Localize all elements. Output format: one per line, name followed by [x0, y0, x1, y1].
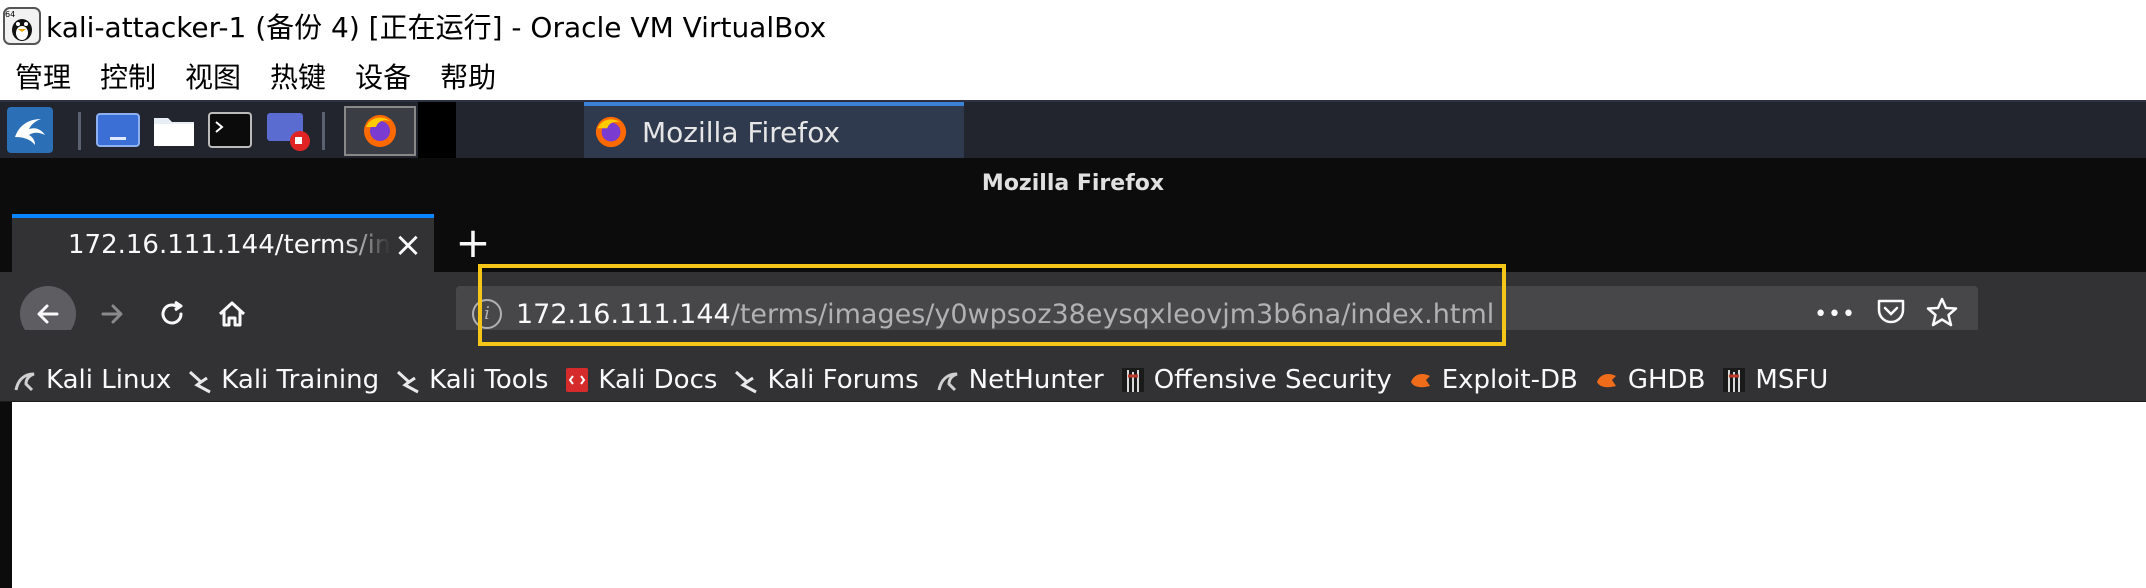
url-highlight-annotation	[478, 264, 1506, 346]
menu-help[interactable]: 帮助	[440, 56, 496, 96]
reload-icon	[161, 300, 183, 325]
panel-separator	[78, 112, 81, 150]
new-tab-button[interactable]: +	[450, 220, 496, 266]
window-title: kali-attacker-1 (备份 4) [正在运行] - Oracle V…	[46, 11, 827, 44]
firefox-titlebar: Mozilla Firefox	[0, 158, 2146, 208]
bookmark-kali-linux[interactable]: Kali Linux	[12, 365, 171, 395]
msfu-icon	[1723, 367, 1746, 392]
menu-manage[interactable]: 管理	[15, 56, 71, 96]
bookmark-offensive-security[interactable]: Offensive Security	[1120, 365, 1392, 395]
kali-forums-icon	[735, 370, 758, 393]
back-arrow-icon	[37, 304, 59, 324]
menu-devices[interactable]: 设备	[355, 56, 411, 96]
kali-docs-icon	[566, 367, 589, 392]
kali-menu-icon[interactable]	[4, 106, 56, 154]
ghdb-icon	[1596, 373, 1616, 387]
file-manager-icon[interactable]	[150, 106, 198, 154]
page-content[interactable]	[12, 402, 2146, 588]
pocket-icon[interactable]	[1876, 298, 1906, 331]
bookmark-label: Kali Forums	[767, 364, 919, 395]
terminal-icon[interactable]	[206, 106, 254, 154]
tab-close-icon[interactable]: ×	[390, 225, 426, 265]
bookmark-label: Offensive Security	[1153, 364, 1392, 395]
bookmark-label: Exploit-DB	[1441, 364, 1578, 395]
tab-active[interactable]: 172.16.111.144/terms/images/y0wpsoz38eys…	[12, 214, 434, 272]
firefox-launcher-icon[interactable]	[344, 106, 416, 156]
nethunter-icon	[937, 372, 958, 391]
svg-text:64: 64	[5, 10, 15, 19]
bookmark-nethunter[interactable]: NetHunter	[935, 365, 1104, 395]
kali-panel: Mozilla Firefox	[0, 100, 2146, 158]
firefox-window-title: Mozilla Firefox	[981, 170, 1165, 196]
kali-dragon-icon	[14, 372, 35, 391]
bookmark-kali-training[interactable]: Kali Training	[187, 365, 379, 395]
virtualbox-app-icon: 64	[2, 6, 42, 46]
kali-tools-icon	[397, 370, 419, 393]
firefox-icon	[594, 115, 628, 149]
page-actions-icon[interactable]: •••	[1814, 302, 1856, 327]
bookmark-label: Kali Docs	[598, 364, 718, 395]
exploitdb-icon	[1410, 373, 1430, 387]
bookmark-exploit-db[interactable]: Exploit-DB	[1408, 365, 1578, 395]
kali-training-icon	[189, 370, 212, 393]
offsec-icon	[1121, 367, 1144, 392]
bookmark-label: Kali Linux	[46, 364, 172, 395]
firefox-window: Mozilla Firefox 172.16.111.144/terms/ima…	[0, 158, 2146, 588]
home-icon	[218, 301, 246, 327]
menu-view[interactable]: 视图	[185, 56, 241, 96]
bookmark-label: Kali Training	[221, 364, 380, 395]
tab-title: 172.16.111.144/terms/images/y0wpsoz38eys…	[68, 230, 390, 260]
panel-black-slot	[418, 102, 456, 158]
bookmark-label: NetHunter	[968, 364, 1104, 395]
forward-arrow-icon	[101, 304, 123, 324]
bookmark-ghdb[interactable]: GHDB	[1594, 364, 1706, 395]
menu-hotkeys[interactable]: 热键	[270, 56, 326, 96]
vbox-menubar: 管理 控制 视图 热键 设备 帮助	[0, 52, 2146, 100]
bookmark-label: GHDB	[1627, 364, 1706, 395]
bookmarks-bar: Kali Linux Kali Training Kali Tools Kali…	[0, 358, 2146, 402]
bookmark-msfu[interactable]: MSFU	[1721, 365, 1828, 395]
workspace-icon[interactable]	[94, 106, 142, 154]
bookmark-kali-docs[interactable]: Kali Docs	[564, 365, 717, 395]
bookmark-kali-tools[interactable]: Kali Tools	[395, 365, 548, 395]
bookmark-star-icon[interactable]	[1926, 297, 1958, 332]
taskbar-firefox-label: Mozilla Firefox	[642, 115, 841, 149]
taskbar-firefox-button[interactable]: Mozilla Firefox	[584, 102, 964, 158]
menu-control[interactable]: 控制	[100, 56, 156, 96]
bookmark-label: Kali Tools	[429, 364, 549, 395]
bookmark-kali-forums[interactable]: Kali Forums	[733, 364, 919, 395]
vbox-titlebar: 64 kali-attacker-1 (备份 4) [正在运行] - Oracl…	[0, 0, 2146, 52]
panel-separator	[322, 112, 325, 150]
bookmark-label: MSFU	[1755, 364, 1829, 395]
screen-recorder-icon[interactable]	[264, 106, 314, 154]
